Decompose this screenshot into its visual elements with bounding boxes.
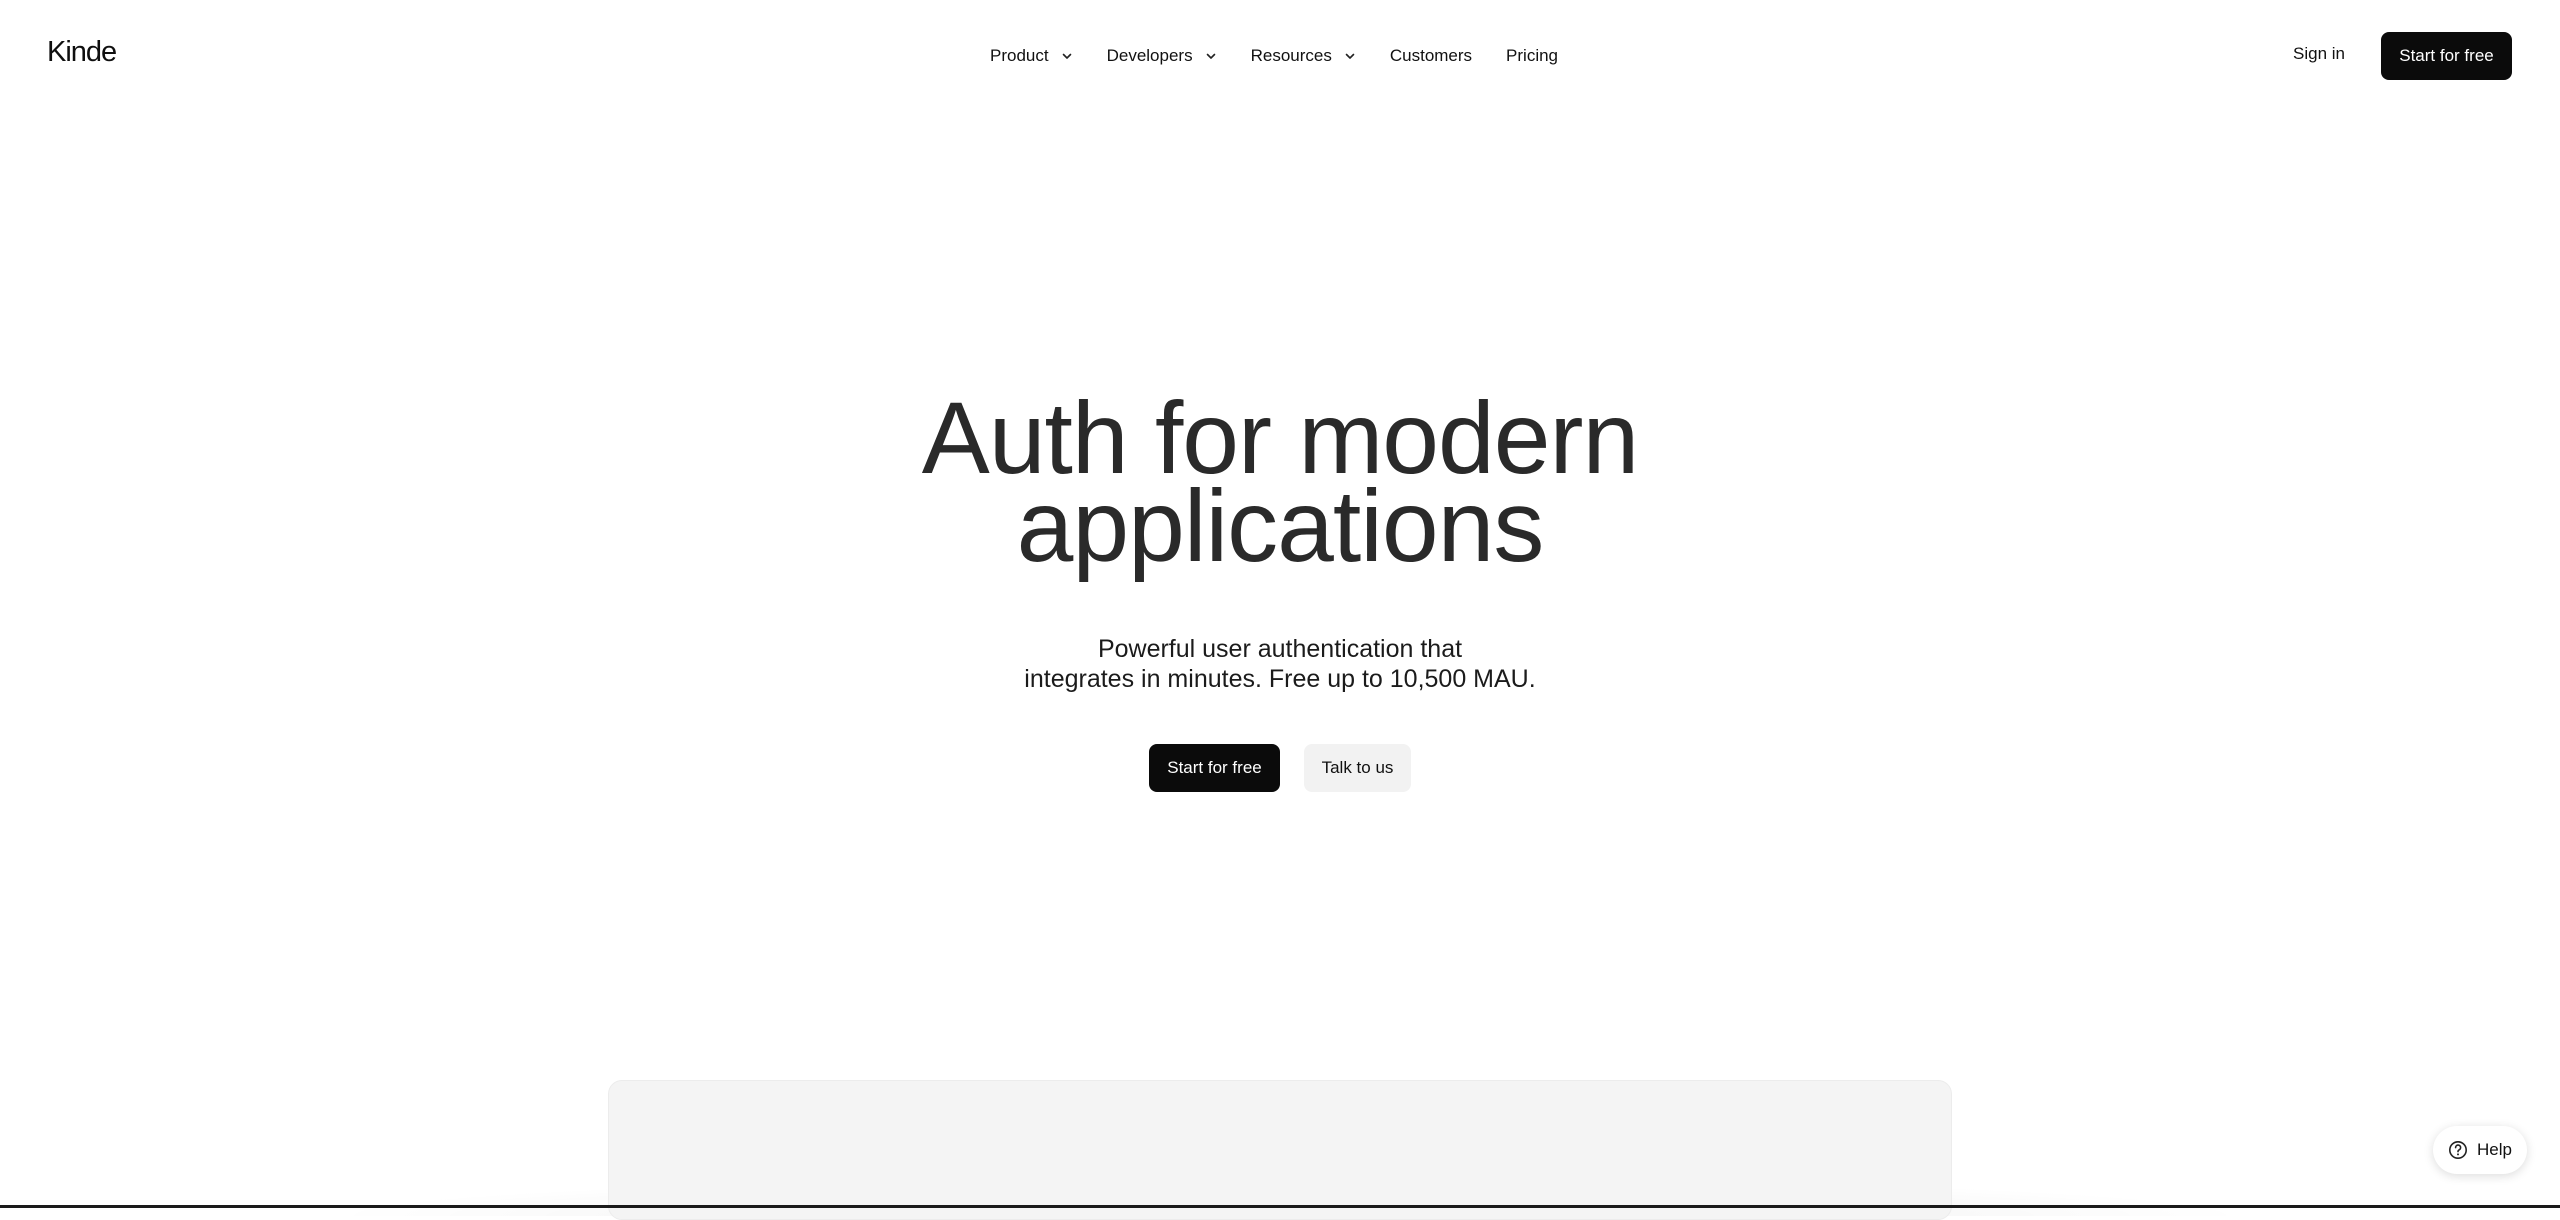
help-button[interactable]: Help xyxy=(2433,1126,2527,1174)
nav-item-label: Customers xyxy=(1389,46,1473,65)
site-header: Kinde Product Developers Resources Custo… xyxy=(0,0,2560,112)
chevron-down-icon xyxy=(1344,50,1356,62)
chevron-down-icon xyxy=(1205,50,1217,62)
hero-start-for-free-button[interactable]: Start for free xyxy=(1149,744,1280,792)
hero-actions: Start for free Talk to us xyxy=(1149,744,1411,792)
nav-item-label: Resources xyxy=(1250,46,1332,65)
hero-title-line: applications xyxy=(1016,469,1545,583)
main-nav: Product Developers Resources Customers P… xyxy=(990,41,1592,71)
kinde-logo[interactable]: Kinde xyxy=(47,36,117,69)
nav-item-label: Product xyxy=(990,46,1049,65)
chevron-down-icon xyxy=(1061,50,1073,62)
nav-item-label: Pricing xyxy=(1506,46,1559,65)
nav-item-resources[interactable]: Resources xyxy=(1251,46,1356,66)
hero-subtitle: Powerful user authentication that integr… xyxy=(980,634,1580,694)
nav-item-product[interactable]: Product xyxy=(990,46,1073,66)
question-circle-icon xyxy=(2448,1140,2468,1160)
nav-item-pricing[interactable]: Pricing xyxy=(1506,46,1558,66)
sign-in-link[interactable]: Sign in xyxy=(2293,44,2345,64)
product-preview-panel xyxy=(608,1080,1952,1220)
nav-item-label: Developers xyxy=(1106,46,1193,65)
hero-title: Auth for modern applications xyxy=(0,387,2560,583)
nav-item-developers[interactable]: Developers xyxy=(1107,46,1217,66)
talk-to-us-button[interactable]: Talk to us xyxy=(1304,744,1411,792)
hero-subtitle-line: Powerful user authentication that xyxy=(1097,635,1463,663)
hero-subtitle-line: integrates in minutes. Free up to 10,500… xyxy=(1024,665,1536,693)
start-for-free-button[interactable]: Start for free xyxy=(2381,32,2512,80)
nav-item-customers[interactable]: Customers xyxy=(1390,46,1472,66)
help-label: Help xyxy=(2477,1140,2512,1159)
